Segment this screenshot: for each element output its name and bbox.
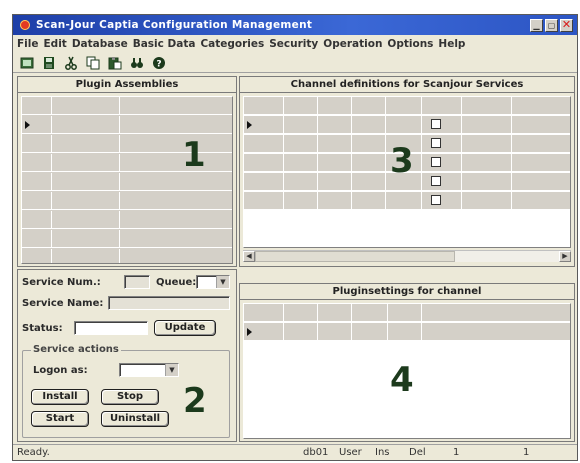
horizontal-scrollbar[interactable]: ◀ ▶ (243, 250, 571, 262)
menu-security[interactable]: Security (269, 38, 318, 50)
channel-definitions-panel: Channel definitions for Scanjour Service… (239, 76, 575, 267)
status-field[interactable] (74, 321, 148, 335)
panel-number: 1 (182, 135, 206, 175)
logon-as-label: Logon as: (33, 365, 88, 376)
menu-edit[interactable]: Edit (44, 38, 67, 50)
status-value-1: 1 (453, 447, 460, 458)
plugin-assemblies-title: Plugin Assemblies (18, 77, 236, 93)
menu-categories[interactable]: Categories (200, 38, 264, 50)
service-num-field[interactable] (124, 275, 150, 289)
start-button[interactable]: Start (31, 411, 89, 427)
panel-number: 2 (183, 381, 207, 421)
screen-icon[interactable] (19, 55, 35, 71)
grid-header-row (244, 304, 570, 322)
update-button[interactable]: Update (154, 320, 216, 336)
service-name-label: Service Name: (22, 298, 104, 309)
current-row-marker (25, 121, 30, 129)
svg-text:?: ? (156, 60, 161, 70)
status-label: Status: (22, 323, 63, 334)
plugin-settings-grid[interactable]: 4 (243, 303, 571, 439)
row-checkbox[interactable] (431, 138, 441, 148)
menu-help[interactable]: Help (438, 38, 465, 50)
row-checkbox[interactable] (431, 119, 441, 129)
status-del: Del (409, 447, 426, 458)
channel-definitions-title: Channel definitions for Scanjour Service… (240, 77, 574, 93)
status-value-2: 1 (523, 447, 530, 458)
status-user: User (339, 447, 362, 458)
grid-header-row (244, 97, 570, 115)
uninstall-button[interactable]: Uninstall (101, 411, 169, 427)
table-row[interactable] (22, 116, 232, 134)
plugin-assemblies-panel: Plugin Assemblies 1 (17, 76, 237, 267)
cut-icon[interactable] (63, 55, 79, 71)
scroll-left-button[interactable]: ◀ (243, 251, 255, 262)
help-icon[interactable]: ? (151, 55, 167, 71)
app-icon (20, 20, 30, 30)
row-checkbox[interactable] (431, 176, 441, 186)
panel-number: 3 (390, 141, 414, 181)
channel-definitions-grid[interactable]: 3 (243, 96, 571, 248)
status-db: db01 (303, 447, 329, 458)
service-num-label: Service Num.: (22, 277, 101, 288)
current-row-marker (247, 121, 252, 129)
table-row[interactable] (22, 192, 232, 210)
scroll-thumb[interactable] (255, 251, 455, 262)
table-row[interactable] (22, 249, 232, 263)
minimize-button[interactable]: ▁ (530, 18, 543, 32)
logon-as-select[interactable]: ▼ (119, 363, 179, 377)
scroll-right-button[interactable]: ▶ (559, 251, 571, 262)
panel-number: 4 (390, 360, 414, 400)
plugin-assemblies-grid[interactable]: 1 (21, 96, 233, 264)
row-checkbox[interactable] (431, 195, 441, 205)
menu-database[interactable]: Database (72, 38, 128, 50)
plugin-settings-title: Pluginsettings for channel (240, 284, 574, 300)
service-details-panel: Service Num.: Queue: ▼ Service Name: Sta… (17, 269, 237, 442)
copy-icon[interactable] (85, 55, 101, 71)
table-row[interactable] (244, 192, 570, 210)
window-title: Scan-Jour Captia Configuration Managemen… (36, 19, 313, 31)
toolbar: ? (13, 54, 577, 73)
save-icon[interactable] (41, 55, 57, 71)
table-row[interactable] (244, 323, 570, 341)
table-row[interactable] (22, 230, 232, 248)
install-button[interactable]: Install (31, 389, 89, 405)
main-window: Scan-Jour Captia Configuration Managemen… (12, 14, 578, 461)
table-row[interactable] (22, 173, 232, 191)
service-name-field[interactable] (108, 296, 230, 310)
plugin-settings-panel: Pluginsettings for channel 4 (239, 283, 575, 442)
menu-bar: File Edit Database Basic Data Categories… (13, 35, 577, 53)
stop-button[interactable]: Stop (101, 389, 159, 405)
queue-label: Queue: (156, 277, 197, 288)
queue-select[interactable]: ▼ (196, 275, 230, 289)
status-ins: Ins (375, 447, 390, 458)
menu-file[interactable]: File (17, 38, 39, 50)
grid-header-row (22, 97, 232, 115)
menu-options[interactable]: Options (387, 38, 433, 50)
menu-basic-data[interactable]: Basic Data (133, 38, 196, 50)
table-row[interactable] (244, 116, 570, 134)
title-bar[interactable]: Scan-Jour Captia Configuration Managemen… (13, 15, 577, 35)
chevron-down-icon[interactable]: ▼ (216, 276, 229, 288)
paste-icon[interactable] (107, 55, 123, 71)
status-bar: Ready. db01 User Ins Del 1 1 (13, 444, 577, 460)
service-actions-title: Service actions (31, 344, 121, 355)
chevron-down-icon[interactable]: ▼ (165, 364, 178, 376)
status-text: Ready. (17, 447, 50, 458)
current-row-marker (247, 328, 252, 336)
maximize-button[interactable]: ▢ (545, 18, 558, 32)
table-row[interactable] (22, 211, 232, 229)
find-icon[interactable] (129, 55, 145, 71)
service-actions-group: Service actions Logon as: ▼ Install Stop… (22, 344, 230, 438)
close-button[interactable]: ✕ (560, 18, 573, 32)
menu-operation[interactable]: Operation (323, 38, 382, 50)
row-checkbox[interactable] (431, 157, 441, 167)
